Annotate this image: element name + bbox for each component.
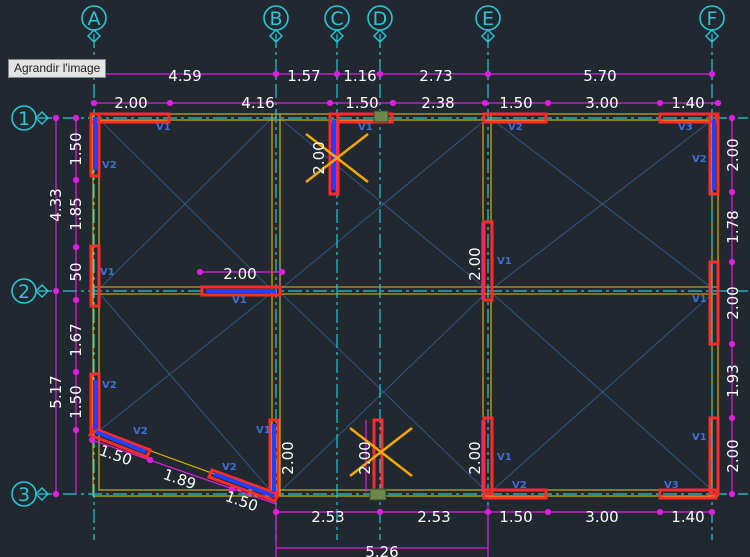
svg-text:1.50: 1.50 <box>345 94 378 112</box>
svg-text:V1: V1 <box>692 432 707 443</box>
svg-text:2.38: 2.38 <box>421 94 454 112</box>
dimension-lines <box>52 70 736 557</box>
svg-text:V2: V2 <box>512 480 527 491</box>
svg-text:1.40: 1.40 <box>671 508 704 526</box>
svg-text:2.00: 2.00 <box>466 247 484 280</box>
svg-text:A: A <box>88 8 101 30</box>
svg-text:4.59: 4.59 <box>168 67 201 85</box>
svg-text:1.40: 1.40 <box>671 94 704 112</box>
svg-text:3: 3 <box>18 484 30 506</box>
svg-text:V1: V1 <box>156 122 171 133</box>
svg-text:1.16: 1.16 <box>343 67 376 85</box>
svg-text:50: 50 <box>67 262 85 281</box>
svg-text:V1: V1 <box>100 267 115 278</box>
svg-text:5.70: 5.70 <box>583 67 616 85</box>
svg-text:2.00: 2.00 <box>310 141 328 174</box>
bottom-total-dimension: 5.26 <box>365 543 398 557</box>
svg-text:2.00: 2.00 <box>223 265 256 283</box>
enlarge-image-tooltip[interactable]: Agrandir l'image <box>8 59 107 78</box>
svg-text:B: B <box>269 8 282 30</box>
column-block-top <box>373 110 389 123</box>
svg-text:V1: V1 <box>692 294 707 305</box>
svg-text:V1: V1 <box>232 295 247 306</box>
svg-text:E: E <box>482 8 494 30</box>
svg-text:V1: V1 <box>256 425 271 436</box>
svg-text:V2: V2 <box>102 380 117 391</box>
svg-text:D: D <box>373 8 388 30</box>
svg-text:1: 1 <box>18 108 30 130</box>
right-dimensions: 2.00 1.78 2.00 1.93 2.00 <box>724 138 742 472</box>
svg-text:2.53: 2.53 <box>311 508 344 526</box>
svg-text:1.89: 1.89 <box>161 465 198 493</box>
svg-text:2.00: 2.00 <box>724 138 742 171</box>
svg-text:1.50: 1.50 <box>223 487 260 515</box>
svg-text:V1: V1 <box>358 122 373 133</box>
svg-text:2.00: 2.00 <box>724 286 742 319</box>
svg-text:1.57: 1.57 <box>287 67 320 85</box>
top-overall-dimensions: 4.59 1.57 1.16 2.73 5.70 <box>168 67 616 85</box>
svg-text:V3: V3 <box>678 122 693 133</box>
svg-text:1.93: 1.93 <box>724 364 742 397</box>
svg-text:V1: V1 <box>497 256 512 267</box>
svg-text:1.67: 1.67 <box>67 323 85 356</box>
slab-hatching <box>99 119 713 491</box>
svg-text:4.33: 4.33 <box>47 188 65 221</box>
svg-text:V2: V2 <box>222 462 237 473</box>
svg-text:V2: V2 <box>508 122 523 133</box>
svg-text:3.00: 3.00 <box>585 94 618 112</box>
walls-red <box>88 112 720 503</box>
svg-text:C: C <box>330 8 343 30</box>
svg-text:2.00: 2.00 <box>279 441 297 474</box>
svg-text:2.00: 2.00 <box>356 441 374 474</box>
svg-text:1.50: 1.50 <box>67 385 85 418</box>
svg-text:1.78: 1.78 <box>724 210 742 243</box>
svg-text:5.17: 5.17 <box>47 375 65 408</box>
svg-text:4.16: 4.16 <box>241 94 274 112</box>
bottom-detail-dimensions: 2.53 2.53 1.50 3.00 1.40 <box>311 508 704 526</box>
svg-text:2.00: 2.00 <box>724 439 742 472</box>
svg-text:V1: V1 <box>497 452 512 463</box>
svg-text:2: 2 <box>18 281 30 303</box>
svg-text:F: F <box>707 8 718 30</box>
structural-plan-drawing: A B C D E F 1 2 3 V1 V2 V1 V2 V1 V2 V3 V… <box>11 5 748 557</box>
svg-text:2.00: 2.00 <box>114 94 147 112</box>
svg-text:1.50: 1.50 <box>499 508 532 526</box>
column-block-bottom <box>369 488 387 501</box>
svg-text:V2: V2 <box>133 426 148 437</box>
svg-text:2.53: 2.53 <box>417 508 450 526</box>
svg-text:V2: V2 <box>102 160 117 171</box>
svg-text:1.50: 1.50 <box>67 132 85 165</box>
svg-text:1.85: 1.85 <box>67 197 85 230</box>
svg-text:3.00: 3.00 <box>585 508 618 526</box>
walls-blue <box>93 117 716 498</box>
svg-text:2.00: 2.00 <box>466 441 484 474</box>
svg-text:V2: V2 <box>692 154 707 165</box>
svg-text:2.73: 2.73 <box>419 67 452 85</box>
beams <box>92 113 719 497</box>
svg-text:1.50: 1.50 <box>499 94 532 112</box>
svg-text:V3: V3 <box>664 480 679 491</box>
